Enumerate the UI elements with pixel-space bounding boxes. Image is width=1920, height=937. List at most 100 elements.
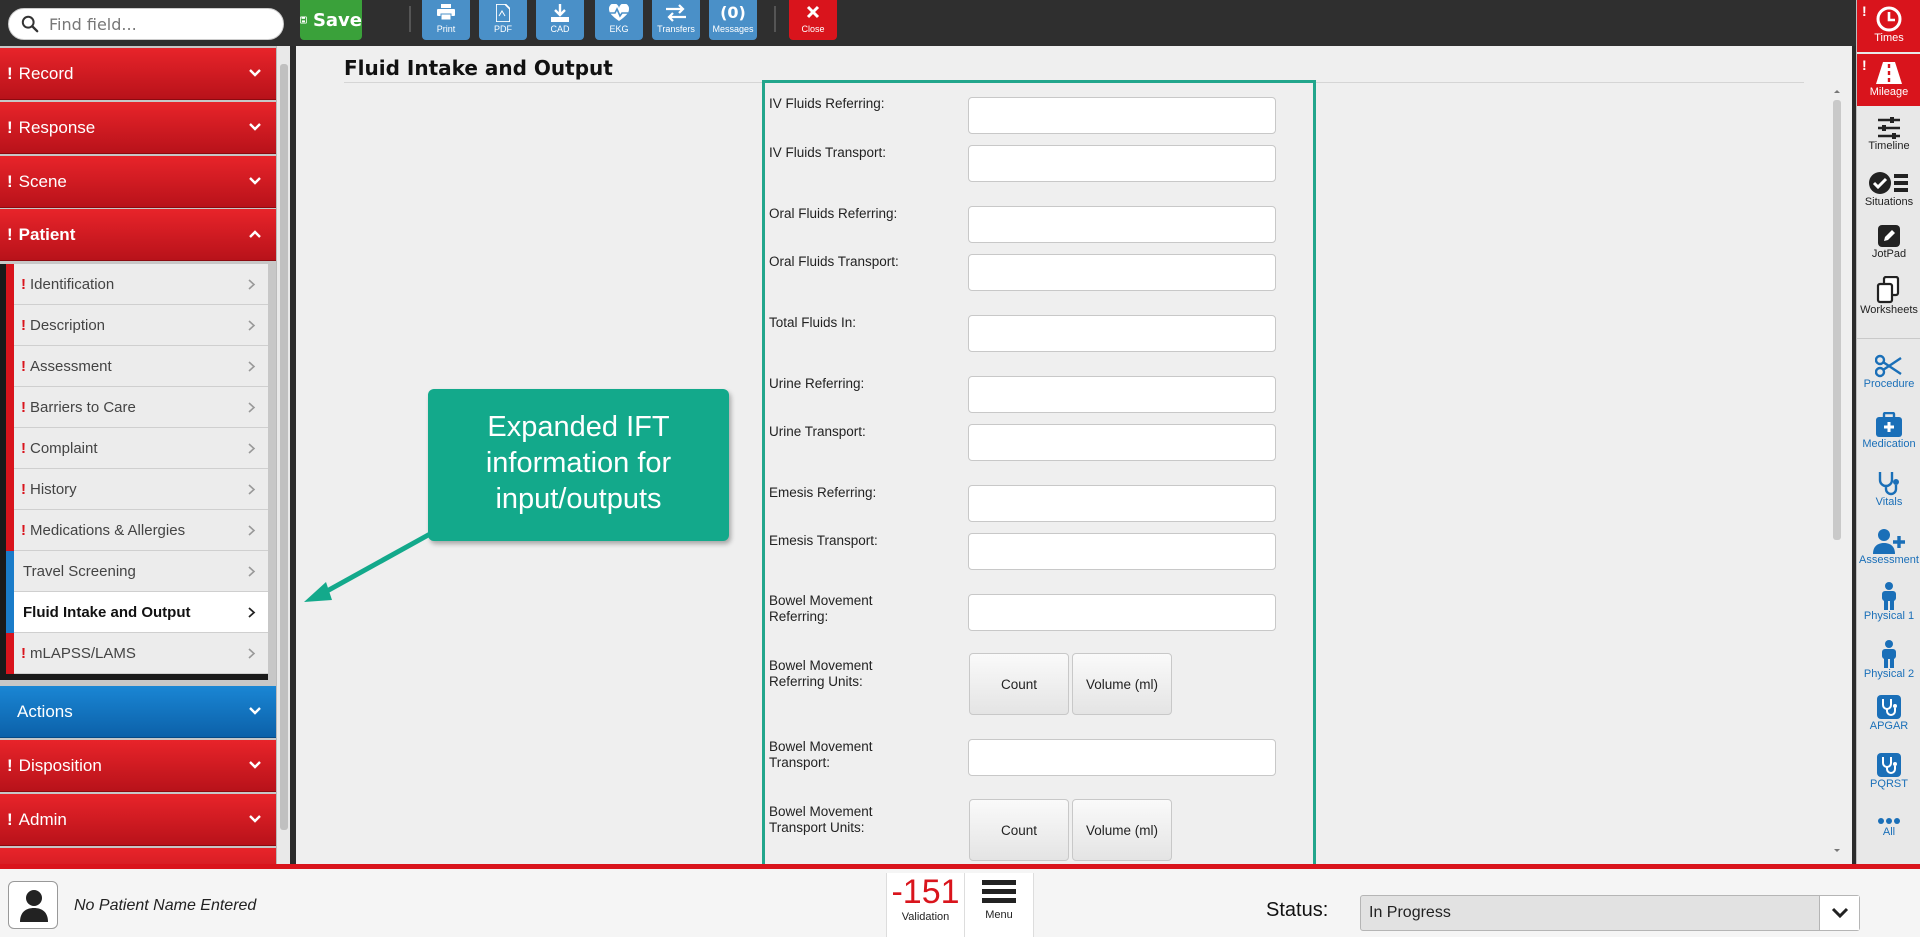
rail-timeline[interactable]: Timeline — [1857, 112, 1920, 164]
rail-times[interactable]: ! Times — [1857, 0, 1920, 52]
rail-label: Worksheets — [1860, 304, 1918, 316]
section-admin[interactable]: ! Admin — [0, 794, 276, 846]
search-box[interactable] — [8, 8, 284, 40]
checklist-icon — [1869, 172, 1908, 194]
chevron-right-icon — [248, 320, 256, 331]
rail-medication[interactable]: Medication — [1857, 410, 1920, 460]
sidebar-item-mlapss-lams[interactable]: ! mLAPSS/LAMS — [6, 633, 268, 674]
rail-label: Vitals — [1875, 496, 1903, 508]
chevron-down-icon — [249, 69, 261, 77]
chevron-right-icon — [248, 566, 256, 577]
hamburger-icon — [982, 880, 1016, 903]
search-input[interactable] — [49, 13, 275, 35]
section-label: Actions — [17, 701, 73, 721]
rail-label: Assessment — [1859, 554, 1919, 566]
rail-apgar[interactable]: APGAR — [1857, 694, 1920, 744]
rail-vitals[interactable]: Vitals — [1857, 468, 1920, 518]
more-icon — [1878, 818, 1900, 824]
menu-button[interactable]: Menu — [964, 873, 1034, 937]
rail-label: All — [1882, 826, 1896, 838]
rail-label: PQRST — [1870, 778, 1908, 790]
rail-mileage[interactable]: ! Mileage — [1857, 54, 1920, 106]
section-actions[interactable]: Actions — [0, 686, 276, 738]
rail-label: Physical 1 — [1863, 610, 1915, 622]
chevron-down-icon — [249, 177, 261, 185]
section-label: Scene — [18, 171, 67, 191]
scroll-down-icon — [1834, 849, 1840, 852]
scrollbar-thumb[interactable] — [280, 64, 288, 830]
avatar[interactable] — [8, 881, 58, 929]
printer-icon — [437, 4, 455, 21]
road-icon — [1876, 62, 1902, 84]
section-record[interactable]: ! Record — [0, 48, 276, 100]
section-scene[interactable]: ! Scene — [0, 156, 276, 208]
save-button[interactable]: Save — [300, 0, 362, 40]
rail-assessment[interactable]: Assessment — [1857, 526, 1920, 576]
alert-mark: ! — [21, 275, 26, 293]
rail-worksheets[interactable]: Worksheets — [1857, 274, 1920, 326]
heartbeat-icon — [608, 3, 630, 21]
section-next[interactable] — [0, 848, 276, 864]
sidebar-item-fluid-intake-output[interactable]: Fluid Intake and Output — [6, 592, 268, 633]
rail-pqrst[interactable]: PQRST — [1857, 752, 1920, 802]
alert-mark: ! — [21, 521, 26, 539]
ekg-button[interactable]: EKG — [595, 0, 643, 40]
sidebar-item-identification[interactable]: ! Identification — [6, 264, 268, 305]
chevron-right-icon — [248, 361, 256, 372]
scroll-up-icon — [1834, 90, 1840, 93]
rail-physical-2[interactable]: Physical 2 — [1857, 640, 1920, 692]
status-value: In Progress — [1369, 904, 1451, 921]
sidebar-item-history[interactable]: ! History — [6, 469, 268, 510]
download-icon — [551, 4, 569, 22]
close-button[interactable]: Close — [789, 0, 837, 40]
sidebar-item-description[interactable]: ! Description — [6, 305, 268, 346]
page-title: Fluid Intake and Output — [344, 56, 613, 80]
rail-divider — [1857, 338, 1920, 339]
sidebar-item-assessment[interactable]: ! Assessment — [6, 346, 268, 387]
chevron-down-icon — [1831, 907, 1849, 919]
rail-all[interactable]: All — [1857, 812, 1920, 852]
sidebar-item-complaint[interactable]: ! Complaint — [6, 428, 268, 469]
section-response[interactable]: ! Response — [0, 102, 276, 154]
toolbar-divider — [774, 6, 776, 32]
toolbar-divider — [409, 6, 411, 32]
rail-jotpad[interactable]: JotPad — [1857, 220, 1920, 270]
section-disposition[interactable]: ! Disposition — [0, 740, 276, 792]
dropdown-toggle[interactable] — [1819, 896, 1859, 930]
rail-procedure[interactable]: Procedure — [1857, 352, 1920, 402]
left-scrollbar[interactable] — [276, 46, 290, 864]
alert-mark: ! — [1862, 57, 1867, 73]
rail-physical-1[interactable]: Physical 1 — [1857, 582, 1920, 634]
status-label: Status: — [1266, 899, 1329, 921]
section-label: Response — [18, 117, 96, 137]
save-label: Save — [312, 9, 362, 31]
sidebar-item-medications-allergies[interactable]: ! Medications & Allergies — [6, 510, 268, 551]
alert-mark: ! — [7, 63, 13, 83]
validation-counter[interactable]: -151 Validation — [886, 873, 964, 937]
annotation-callout: Expanded IFT information for input/outpu… — [428, 389, 729, 541]
copy-icon — [1876, 276, 1900, 304]
rail-situations[interactable]: Situations — [1857, 166, 1920, 218]
annotation-arrow-icon — [304, 531, 432, 602]
section-patient[interactable]: ! Patient — [0, 209, 276, 261]
transfers-button[interactable]: Transfers — [652, 0, 700, 40]
cad-button[interactable]: CAD — [536, 0, 584, 40]
sidebar-item-travel-screening[interactable]: Travel Screening — [6, 551, 268, 592]
rail-label: Medication — [1862, 438, 1916, 450]
scrollbar-thumb[interactable] — [1833, 100, 1841, 540]
status-select[interactable]: In Progress — [1360, 895, 1860, 931]
print-button[interactable]: Print — [422, 0, 470, 40]
alert-mark: ! — [21, 357, 26, 375]
chevron-up-icon — [249, 230, 261, 238]
sliders-icon — [1878, 117, 1900, 139]
app-root: Save Print PDF CAD EKG Transfers (0) Mes… — [0, 0, 1920, 937]
pdf-button[interactable]: PDF — [479, 0, 527, 40]
rail-label: APGAR — [1869, 720, 1909, 732]
alert-mark: ! — [21, 480, 26, 498]
messages-button[interactable]: (0) Messages — [709, 0, 757, 40]
search-icon — [21, 15, 39, 33]
rail-label: Timeline — [1868, 140, 1910, 152]
ekg-label: EKG — [609, 24, 629, 34]
sidebar-item-barriers-to-care[interactable]: ! Barriers to Care — [6, 387, 268, 428]
main-scrollbar[interactable] — [1830, 86, 1844, 856]
